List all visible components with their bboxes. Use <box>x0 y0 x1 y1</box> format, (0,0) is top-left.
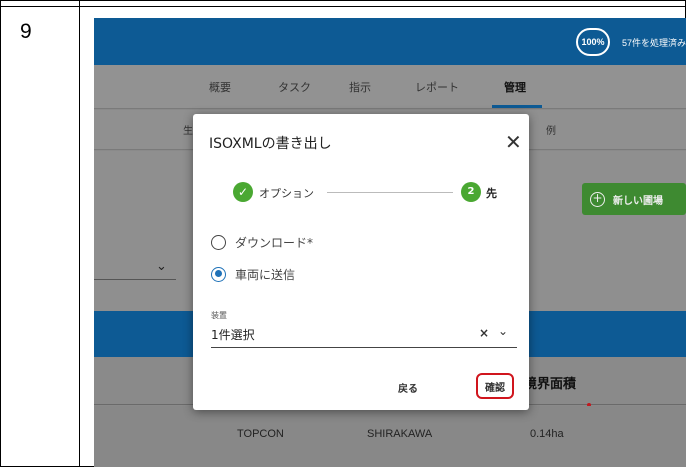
cell-area: 0.14ha <box>530 428 564 440</box>
radio-download[interactable] <box>211 234 226 250</box>
processed-count: 57件を処理済み <box>621 38 686 48</box>
confirm-label: 確認 <box>485 382 505 394</box>
option-send-label: 車両に送信 <box>235 267 296 282</box>
device-field-underline <box>211 347 517 348</box>
option-send-to-vehicle[interactable]: 車両に送信 <box>211 265 295 283</box>
app-header: 100% 57件を処理済み <box>94 18 686 65</box>
subtab-right[interactable]: 例 <box>546 122 556 137</box>
back-button[interactable]: 戻る <box>398 380 418 395</box>
table-column-divider <box>79 0 80 467</box>
tab-management[interactable]: 管理 <box>504 79 526 95</box>
tab-tasks[interactable]: タスク <box>278 79 311 95</box>
active-tab-indicator <box>492 105 542 108</box>
radio-send-to-vehicle[interactable] <box>211 266 226 282</box>
option-download[interactable]: ダウンロード* <box>211 233 313 251</box>
plus-icon: + <box>590 191 605 207</box>
new-field-label: 新しい圃場 <box>613 195 663 207</box>
progress-badge: 100% <box>576 28 610 56</box>
table-top-line <box>0 6 686 7</box>
table-row[interactable]: TOPCON SHIRAKAWA 0.14ha <box>94 406 686 467</box>
isoxml-export-dialog: ISOXMLの書き出し ✕ ✓ オプション 2 先 ダウンロード* 車両に送信 … <box>193 114 529 410</box>
tab-reports[interactable]: レポート <box>415 79 459 95</box>
cell-farm: SHIRAKAWA <box>367 428 433 440</box>
dialog-title: ISOXMLの書き出し <box>209 136 332 152</box>
main-nav: 概要 タスク 指示 レポート 管理 <box>94 65 686 109</box>
filter-select[interactable] <box>94 279 176 280</box>
app-screenshot: 100% 57件を処理済み 概要 タスク 指示 レポート 管理 生 例 ⌄ + … <box>94 18 686 467</box>
step-number: 9 <box>20 20 32 43</box>
column-header-area[interactable]: 境界面積 <box>524 373 576 392</box>
check-icon: ✓ <box>233 182 253 202</box>
stepper-connector <box>327 192 453 193</box>
step-destination-label: 先 <box>486 187 497 200</box>
dialog-stepper: ✓ オプション 2 先 <box>233 180 503 204</box>
chevron-down-icon[interactable]: ⌄ <box>498 324 508 338</box>
tab-overview[interactable]: 概要 <box>209 79 231 95</box>
chevron-down-icon[interactable]: ⌄ <box>156 259 167 274</box>
device-select[interactable]: 1件選択 <box>211 326 255 343</box>
option-download-label: ダウンロード* <box>235 235 314 250</box>
step-2-badge: 2 <box>461 182 481 202</box>
close-icon[interactable]: ✕ <box>505 132 522 152</box>
confirm-button[interactable]: 確認 <box>476 373 514 399</box>
cell-company: TOPCON <box>237 428 284 440</box>
tab-instructions[interactable]: 指示 <box>349 79 371 95</box>
subtab-left[interactable]: 生 <box>183 122 193 137</box>
device-field-label: 装置 <box>211 311 227 320</box>
new-field-button[interactable]: + 新しい圃場 <box>582 183 686 215</box>
step-options-label: オプション <box>259 187 314 200</box>
clear-icon[interactable]: × <box>479 326 489 340</box>
